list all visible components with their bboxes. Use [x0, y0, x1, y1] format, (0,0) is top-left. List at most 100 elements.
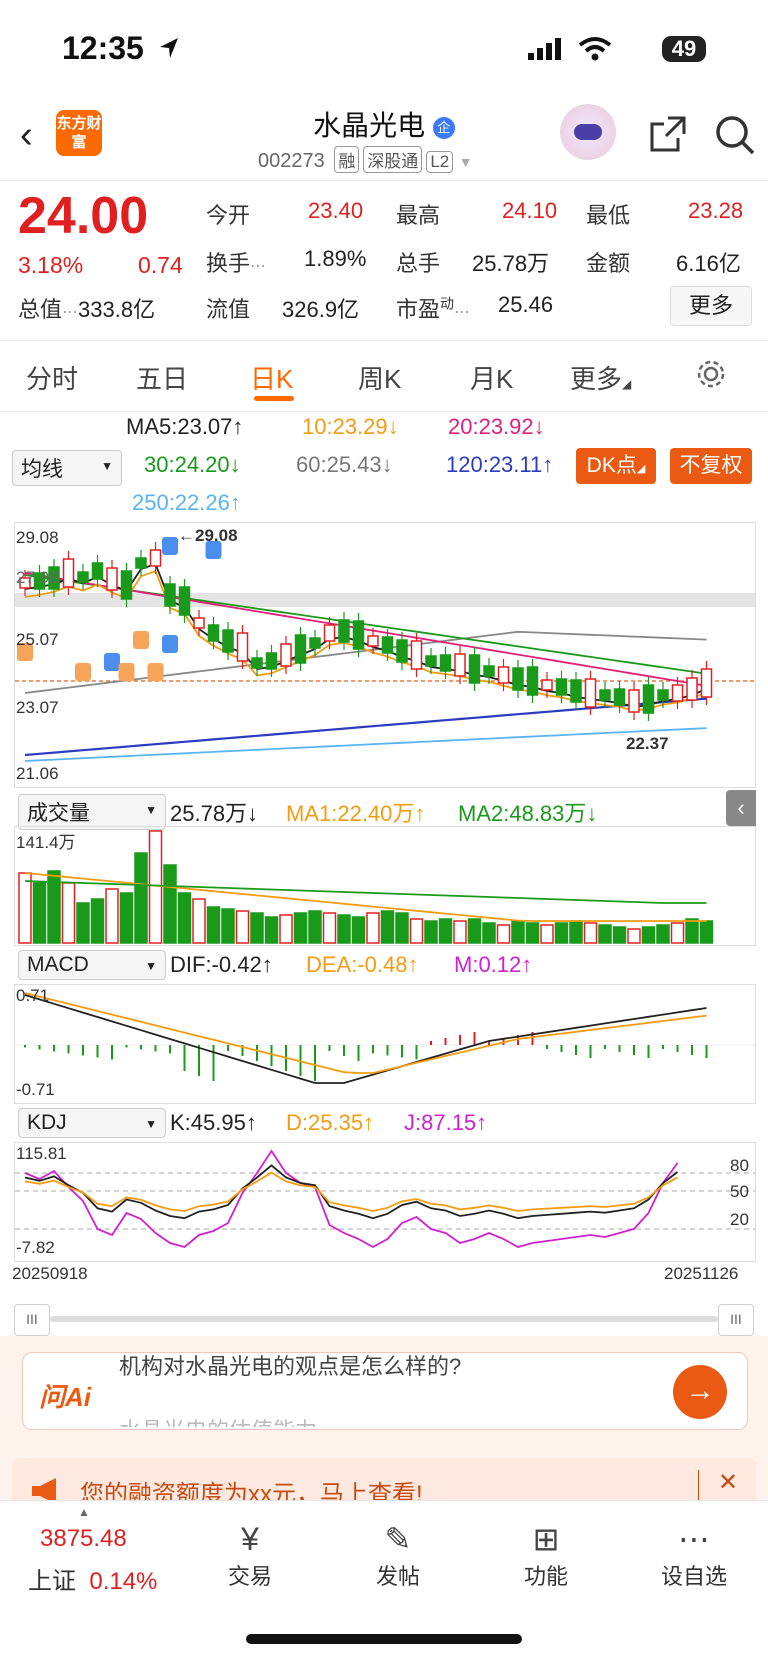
tab-monthly-k[interactable]: 月K [470, 359, 513, 396]
location-arrow-icon [160, 38, 178, 58]
search-icon[interactable] [714, 114, 756, 156]
enterprise-badge-icon: 企 [432, 117, 455, 139]
ask-ai-box[interactable]: 问Ai 机构对水晶光电的观点是怎么样的? 水晶光电的估值能力 → [22, 1352, 748, 1430]
candle-body [584, 678, 597, 708]
candle-body [367, 635, 379, 647]
volume-bar [177, 892, 192, 944]
volume-value-label: 25.78万↓ [170, 801, 259, 826]
change-percent: 3.18% [18, 252, 84, 278]
nav-functions[interactable]: ⊞ 功能 [496, 1519, 596, 1591]
macd-y-max: 0.71 [16, 986, 50, 1005]
signal-marker [104, 653, 120, 671]
no-adjust-button[interactable]: 不复权 [670, 448, 752, 484]
volume-bar [351, 916, 366, 944]
ma250-label: 250:22.26↑ [132, 490, 241, 515]
index-value[interactable]: 3875.48 [40, 1525, 127, 1553]
range-track[interactable] [50, 1316, 718, 1322]
volume-bar [337, 914, 351, 944]
yuan-exchange-icon: ¥ [241, 1521, 259, 1557]
volume-select[interactable]: 成交量 ▼ [18, 794, 166, 830]
candle-body [280, 643, 292, 667]
date-start: 20250918 [12, 1264, 88, 1283]
ask-ai-question: 机构对水晶光电的观点是怎么样的? [119, 1354, 462, 1379]
close-icon[interactable]: ✕ [718, 1468, 738, 1497]
volume-bar [293, 912, 308, 944]
volume-bar [61, 882, 76, 944]
settings-gear-icon[interactable] [694, 357, 728, 391]
candle-body [541, 679, 553, 691]
volume-bar [148, 830, 163, 944]
candle-body [207, 624, 220, 642]
macd-dif-label: DIF:-0.42↑ [170, 952, 273, 977]
macd-dea-line [24, 992, 707, 1074]
candle-body [599, 689, 611, 701]
index-row[interactable]: 上证 0.14% [28, 1561, 157, 1596]
candle-body [642, 684, 655, 714]
tab-daily-k[interactable]: 日K [250, 359, 293, 396]
volume-bar [627, 928, 641, 944]
volume-bar [511, 920, 525, 944]
kdj-select[interactable]: KDJ ▼ [18, 1108, 166, 1138]
range-right-handle[interactable]: III [718, 1304, 754, 1336]
low-label: 最低 [586, 203, 631, 228]
turnover-value: 1.89% [304, 246, 367, 271]
volume-bar [279, 914, 293, 944]
ma-select[interactable]: 均线 ▼ [12, 450, 122, 486]
turnover-label: 换手⋯ [206, 251, 267, 276]
tab-five-day[interactable]: 五日 [136, 359, 188, 396]
nav-add-watchlist[interactable]: ⋯ 设自选 [644, 1519, 744, 1591]
open-label: 今开 [206, 203, 251, 228]
volume-bar [395, 912, 409, 944]
dk-point-button[interactable]: DK点◢ [576, 448, 656, 484]
candle-body [555, 678, 568, 696]
more-button[interactable]: 更多 [670, 286, 752, 326]
candle-body [671, 684, 684, 702]
volume-ma1-label: MA1:22.40万↑ [286, 801, 426, 826]
volume-bar [221, 908, 235, 944]
k-y-tick-3: 23.07 [16, 698, 59, 717]
tab-intraday[interactable]: 分时 [26, 359, 78, 396]
nav-post[interactable]: ✎ 发帖 [348, 1519, 448, 1591]
volume-bar [540, 924, 554, 944]
candle-body [425, 655, 437, 667]
candle-body [700, 668, 713, 698]
volume-chart[interactable] [14, 826, 756, 946]
share-icon[interactable] [648, 114, 688, 154]
ask-ai-go-icon[interactable]: → [673, 1365, 727, 1419]
volume-bar [525, 922, 540, 944]
volume-bar [482, 922, 496, 944]
macd-dif-line [24, 994, 707, 1084]
candle-body [338, 619, 350, 643]
volume-bar [554, 922, 569, 944]
candle-body [149, 549, 162, 567]
macd-chart[interactable] [14, 984, 756, 1104]
ma30-label: 30:24.20↓ [144, 452, 241, 477]
volume-bar [235, 910, 250, 944]
volume-value: 25.78万 [472, 251, 550, 276]
candle-body [352, 620, 365, 650]
tab-weekly-k[interactable]: 周K [358, 359, 401, 396]
collapse-panel-icon[interactable]: ‹ [726, 790, 756, 826]
macd-select[interactable]: MACD ▼ [18, 950, 166, 980]
volume-bar [90, 898, 105, 944]
kdj-level-50: 50 [730, 1182, 749, 1201]
ma120-label: 120:23.11↑ [446, 452, 554, 477]
k-y-max: 29.08 [16, 528, 59, 547]
signal-marker [162, 635, 178, 653]
volume-bar [308, 910, 322, 944]
open-value: 23.40 [308, 198, 364, 223]
tab-more[interactable]: 更多◢ [570, 359, 631, 396]
candle-body [323, 624, 336, 642]
high-label: 最高 [396, 203, 441, 228]
range-left-handle[interactable]: III [14, 1304, 50, 1336]
volume-bar [670, 922, 685, 944]
candle-body [193, 617, 205, 629]
kdj-y-max: 115.81 [16, 1144, 67, 1163]
kdj-level-80: 80 [730, 1156, 749, 1175]
volume-bar [206, 906, 221, 944]
assistant-avatar[interactable] [560, 104, 616, 160]
nav-trade[interactable]: ¥ 交易 [200, 1519, 300, 1591]
macd-m-label: M:0.12↑ [454, 952, 533, 977]
amount-label: 金额 [586, 251, 631, 276]
kdj-chart[interactable] [14, 1142, 756, 1262]
